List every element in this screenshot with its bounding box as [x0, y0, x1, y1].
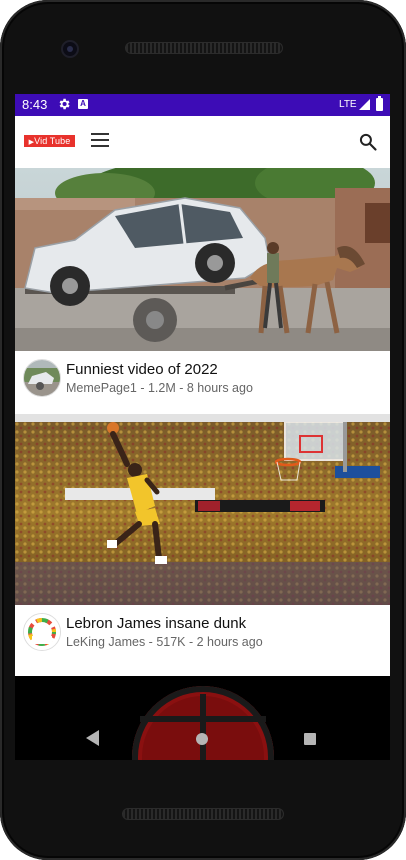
app-logo[interactable]: ▶Vid Tube — [24, 135, 75, 147]
channel-avatar[interactable] — [23, 359, 61, 397]
bottom-speaker — [122, 808, 284, 820]
video-thumbnail[interactable] — [15, 422, 390, 605]
channel-avatar[interactable] — [23, 613, 61, 651]
back-icon[interactable] — [86, 730, 100, 746]
recents-icon[interactable] — [304, 733, 316, 745]
android-nav-bar — [15, 730, 390, 750]
logo-text: Vid Tube — [34, 136, 71, 146]
card-divider — [15, 414, 390, 422]
video-card[interactable]: Lebron James insane dunk LeKing James - … — [15, 422, 390, 676]
phone-frame: 8:43 A LTE ▶Vid Tube Funniest video of 2… — [0, 0, 406, 860]
gear-icon — [59, 98, 70, 110]
home-icon[interactable] — [196, 733, 208, 745]
app-screen: 8:43 A LTE ▶Vid Tube Funniest video of 2… — [15, 94, 390, 760]
video-card[interactable]: Funniest video of 2022 MemePage1 - 1.2M … — [15, 168, 390, 422]
video-title[interactable]: Funniest video of 2022 — [66, 361, 218, 378]
search-icon[interactable] — [358, 132, 378, 152]
video-meta: LeKing James - 517K - 2 hours ago — [66, 635, 263, 649]
video-meta: MemePage1 - 1.2M - 8 hours ago — [66, 381, 253, 395]
status-bar: 8:43 A LTE — [15, 94, 390, 116]
menu-icon[interactable] — [91, 133, 109, 147]
status-time: 8:43 — [22, 97, 48, 112]
signal-icon — [359, 99, 370, 110]
network-type: LTE — [339, 99, 357, 110]
front-camera — [61, 40, 79, 58]
video-thumbnail[interactable] — [15, 168, 390, 351]
a-notification-icon: A — [78, 99, 88, 109]
app-bar: ▶Vid Tube — [15, 116, 390, 168]
earpiece-speaker — [125, 42, 283, 54]
video-title[interactable]: Lebron James insane dunk — [66, 615, 246, 632]
battery-icon — [376, 96, 383, 111]
